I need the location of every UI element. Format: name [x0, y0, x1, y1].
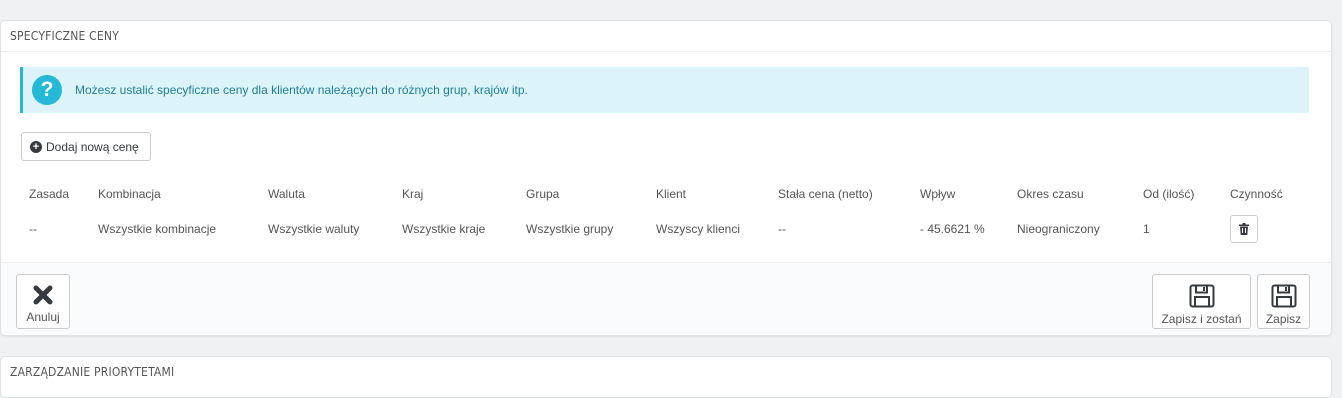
- column-header: Wpływ: [920, 187, 956, 201]
- cell-country: Wszystkie kraje: [402, 222, 486, 236]
- column-header: Zasada: [29, 187, 70, 201]
- panel-footer: Anuluj Zapisz i zostań Zapisz: [1, 262, 1331, 335]
- save-icon: [1271, 284, 1296, 308]
- column-header: Od (ilość): [1143, 187, 1195, 201]
- info-alert: ? Możesz ustalić specyficzne ceny dla kl…: [20, 67, 1309, 113]
- column-header: Grupa: [526, 187, 560, 201]
- panel-title: ZARZĄDZANIE PRIORYTETAMI: [10, 365, 175, 379]
- cell-fixed-price: --: [778, 222, 786, 236]
- cell-combination: Wszystkie kombinacje: [98, 222, 217, 236]
- cancel-button[interactable]: Anuluj: [16, 274, 70, 329]
- column-header: Kraj: [402, 187, 424, 201]
- priority-management-panel: ZARZĄDZANIE PRIORYTETAMI: [0, 356, 1332, 398]
- column-header: Okres czasu: [1017, 187, 1084, 201]
- cell-currency: Wszystkie waluty: [268, 222, 360, 236]
- column-header: Stała cena (netto): [778, 187, 873, 201]
- column-header: Kombinacja: [98, 187, 161, 201]
- plus-circle-icon: +: [30, 140, 42, 153]
- column-header: Klient: [656, 187, 687, 201]
- cell-impact: - 45.6621 %: [920, 222, 985, 236]
- column-header: Waluta: [268, 187, 305, 201]
- add-new-price-button[interactable]: + Dodaj nową cenę: [21, 132, 151, 161]
- trash-icon: [1239, 223, 1249, 235]
- delete-price-button[interactable]: [1230, 215, 1258, 243]
- specific-prices-table: Zasada Kombinacja Waluta Kraj Grupa Klie…: [21, 181, 1310, 251]
- close-icon: [33, 285, 53, 305]
- save-and-stay-button[interactable]: Zapisz i zostań: [1152, 274, 1251, 329]
- column-header: Czynność: [1230, 187, 1283, 201]
- add-new-price-label: Dodaj nową cenę: [46, 139, 139, 154]
- cell-rule: --: [29, 222, 37, 236]
- cell-from-quantity: 1: [1143, 222, 1150, 236]
- cell-group: Wszystkie grupy: [526, 222, 614, 236]
- cell-period: Nieograniczony: [1017, 222, 1100, 236]
- cancel-label: Anuluj: [26, 310, 60, 324]
- cell-customer: Wszyscy klienci: [656, 222, 741, 236]
- specific-prices-panel: SPECYFICZNE CENY ? Możesz ustalić specyf…: [0, 20, 1332, 336]
- table-row: -- Wszystkie kombinacje Wszystkie waluty…: [21, 207, 1310, 251]
- cell-action: [1222, 207, 1310, 251]
- save-button[interactable]: Zapisz: [1257, 274, 1310, 329]
- question-icon: ?: [32, 75, 62, 105]
- save-label: Zapisz: [1265, 312, 1302, 326]
- panel-title: SPECYFICZNE CENY: [1, 21, 1331, 52]
- table-header-row: Zasada Kombinacja Waluta Kraj Grupa Klie…: [21, 181, 1310, 207]
- save-and-stay-label: Zapisz i zostań: [1161, 312, 1242, 326]
- save-icon: [1189, 284, 1214, 308]
- info-text: Możesz ustalić specyficzne ceny dla klie…: [75, 83, 528, 97]
